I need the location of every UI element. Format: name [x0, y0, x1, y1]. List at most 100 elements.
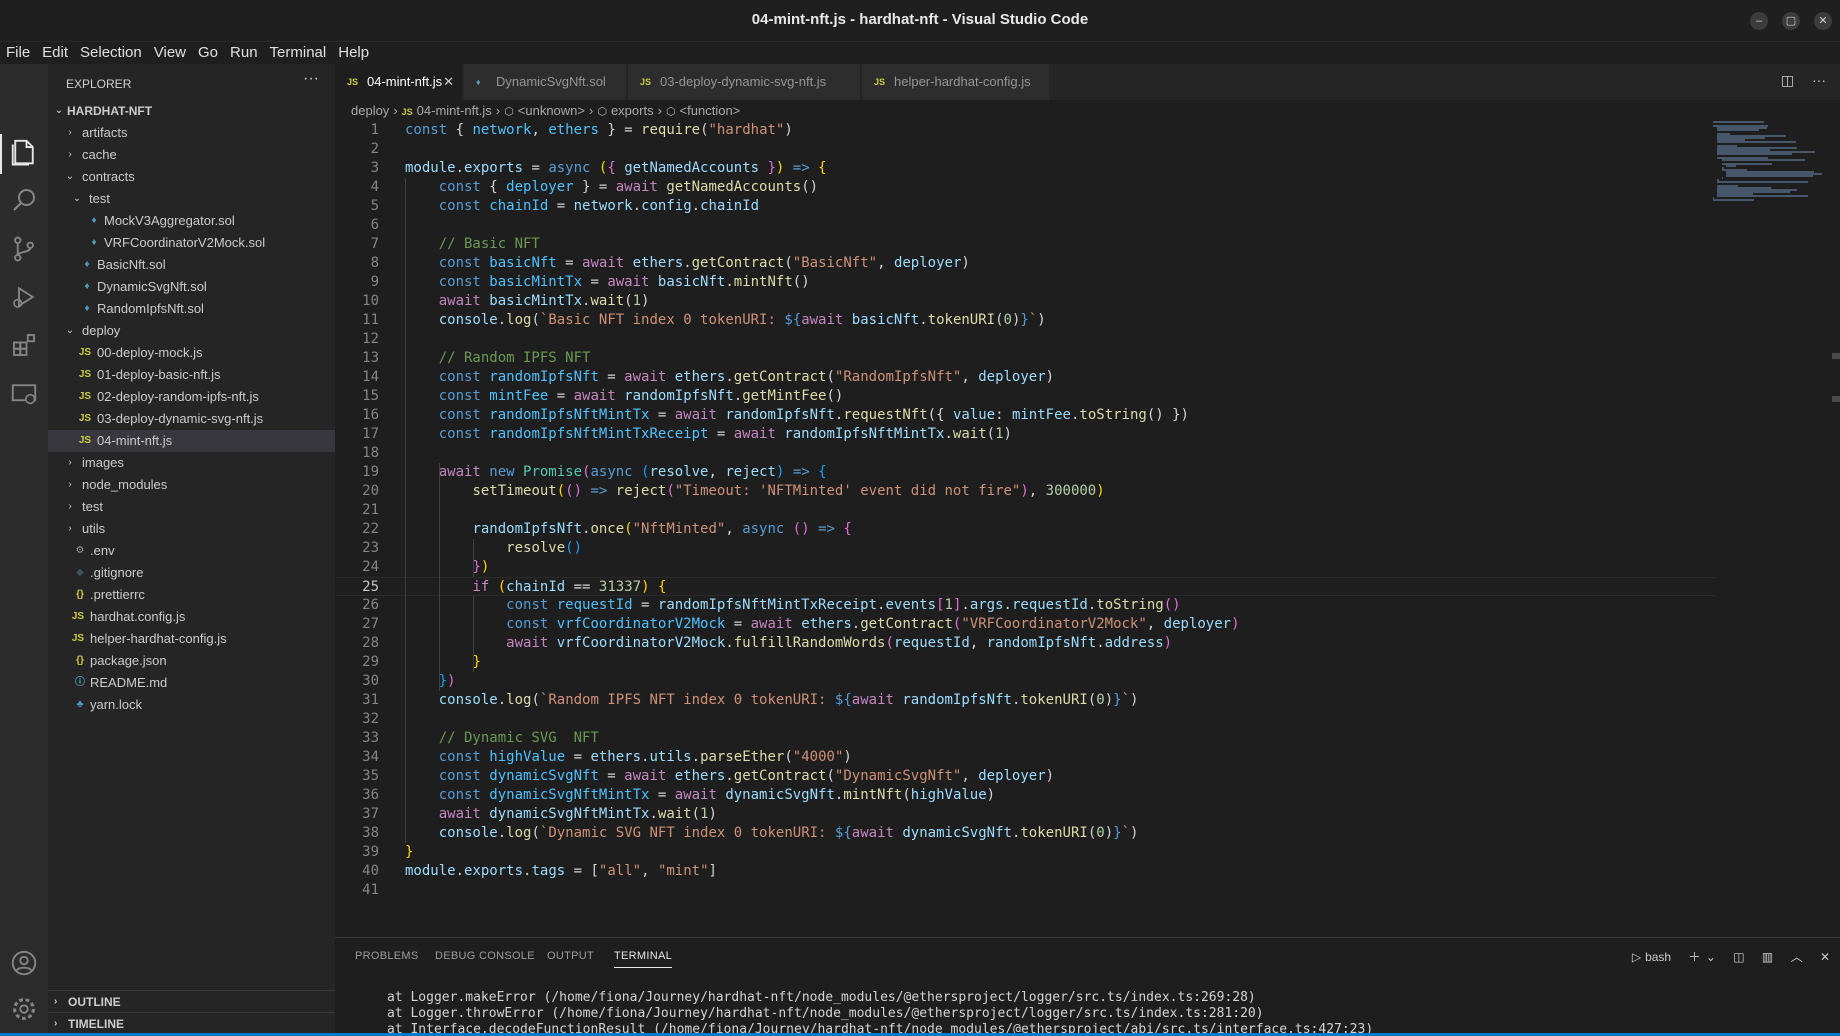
minimap[interactable]	[1713, 121, 1823, 211]
minimize-button[interactable]: –	[1750, 12, 1768, 30]
tree-folder[interactable]: › utils	[48, 518, 335, 540]
code-line[interactable]: 12	[335, 330, 1715, 349]
code-line[interactable]: 32	[335, 710, 1715, 729]
breadcrumb-item[interactable]: <function>	[680, 103, 741, 118]
outline-section[interactable]: › OUTLINE	[48, 990, 335, 1012]
code-line[interactable]: 21	[335, 501, 1715, 520]
tree-file[interactable]: {} package.json	[48, 650, 335, 672]
maximize-panel-icon[interactable]: ︿	[1791, 950, 1803, 964]
code-line[interactable]: 16 const randomIpfsNftMintTx = await ran…	[335, 406, 1715, 425]
tree-file[interactable]: JS 02-deploy-random-ipfs-nft.js	[48, 386, 335, 408]
tree-folder[interactable]: › artifacts	[48, 122, 335, 144]
code-line[interactable]: 23 resolve()	[335, 539, 1715, 558]
code-line[interactable]: 27 const vrfCoordinatorV2Mock = await et…	[335, 615, 1715, 634]
tree-file[interactable]: JS 01-deploy-basic-nft.js	[48, 364, 335, 386]
code-line[interactable]: 10 await basicMintTx.wait(1)	[335, 292, 1715, 311]
tree-file[interactable]: ♦ BasicNft.sol	[48, 254, 335, 276]
tree-file[interactable]: ♦ VRFCoordinatorV2Mock.sol	[48, 232, 335, 254]
breadcrumb-item[interactable]: deploy	[351, 103, 389, 118]
tree-folder[interactable]: › node_modules	[48, 474, 335, 496]
code-line[interactable]: 22 randomIpfsNft.once("NftMinted", async…	[335, 520, 1715, 539]
breadcrumb-item[interactable]: <unknown>	[518, 103, 585, 118]
code-editor[interactable]: 1 const { network, ethers } = require("ha…	[335, 121, 1840, 937]
more-actions-icon[interactable]: ···	[1812, 72, 1826, 88]
menu-file[interactable]: File	[0, 42, 36, 64]
code-line[interactable]: 2	[335, 140, 1715, 159]
menu-go[interactable]: Go	[192, 42, 224, 64]
panel-tab-debug-console[interactable]: DEBUG CONSOLE	[435, 950, 535, 962]
terminal-shell-label[interactable]: bash	[1645, 950, 1671, 964]
source-control-icon[interactable]	[9, 234, 39, 264]
code-line[interactable]: 4 const { deployer } = await getNamedAcc…	[335, 178, 1715, 197]
editor-tab[interactable]: JS 03-deploy-dynamic-svg-nft.js	[628, 64, 861, 100]
code-line[interactable]: 9 const basicMintTx = await basicNft.min…	[335, 273, 1715, 292]
menu-edit[interactable]: Edit	[36, 42, 74, 64]
tree-file[interactable]: ♦ DynamicSvgNft.sol	[48, 276, 335, 298]
code-line[interactable]: 38 console.log(`Dynamic SVG NFT index 0 …	[335, 824, 1715, 843]
code-line[interactable]: 37 await dynamicSvgNftMintTx.wait(1)	[335, 805, 1715, 824]
code-line[interactable]: 1 const { network, ethers } = require("ha…	[335, 121, 1715, 140]
code-line[interactable]: 30 })	[335, 672, 1715, 691]
code-line[interactable]: 28 await vrfCoordinatorV2Mock.fulfillRan…	[335, 634, 1715, 653]
split-editor-icon[interactable]: ◫	[1781, 72, 1794, 88]
tree-file[interactable]: ♣ yarn.lock	[48, 694, 335, 716]
code-line[interactable]: 26 const requestId = randomIpfsNftMintTx…	[335, 596, 1715, 615]
tree-file[interactable]: ♦ MockV3Aggregator.sol	[48, 210, 335, 232]
close-panel-icon[interactable]: ✕	[1820, 950, 1830, 964]
tree-file[interactable]: ⚙ .env	[48, 540, 335, 562]
code-line[interactable]: 34 const highValue = ethers.utils.parseE…	[335, 748, 1715, 767]
code-line[interactable]: 39}	[335, 843, 1715, 862]
code-line[interactable]: 6	[335, 216, 1715, 235]
code-line[interactable]: 18	[335, 444, 1715, 463]
editor-tab[interactable]: JS 04-mint-nft.js ✕	[335, 64, 463, 100]
code-line[interactable]: 8 const basicNft = await ethers.getContr…	[335, 254, 1715, 273]
tree-file[interactable]: JS hardhat.config.js	[48, 606, 335, 628]
run-debug-icon[interactable]	[9, 282, 39, 312]
tree-file[interactable]: JS 04-mint-nft.js	[48, 430, 335, 452]
code-line[interactable]: 41	[335, 881, 1715, 900]
code-line[interactable]: 17 const randomIpfsNftMintTxReceipt = aw…	[335, 425, 1715, 444]
menu-help[interactable]: Help	[332, 42, 375, 64]
explorer-icon[interactable]	[9, 137, 39, 167]
code-line[interactable]: 11 console.log(`Basic NFT index 0 tokenU…	[335, 311, 1715, 330]
code-line[interactable]: 13 // Random IPFS NFT	[335, 349, 1715, 368]
terminal-dropdown-icon[interactable]: ⌄	[1706, 950, 1716, 964]
tree-file[interactable]: JS 00-deploy-mock.js	[48, 342, 335, 364]
tree-folder[interactable]: › images	[48, 452, 335, 474]
editor-tab[interactable]: ♦ DynamicSvgNft.sol	[464, 64, 627, 100]
code-line[interactable]: 33 // Dynamic SVG NFT	[335, 729, 1715, 748]
editor-tab[interactable]: JS helper-hardhat-config.js	[862, 64, 1050, 100]
tree-folder[interactable]: ⌄ test	[48, 188, 335, 210]
code-line[interactable]: 24 })	[335, 558, 1715, 577]
code-line[interactable]: 19 await new Promise(async (resolve, rej…	[335, 463, 1715, 482]
tree-folder[interactable]: ⌄ deploy	[48, 320, 335, 342]
settings-gear-icon[interactable]	[9, 994, 39, 1024]
menu-terminal[interactable]: Terminal	[264, 42, 333, 64]
tree-file[interactable]: JS helper-hardhat-config.js	[48, 628, 335, 650]
account-icon[interactable]	[9, 948, 39, 978]
timeline-section[interactable]: › TIMELINE	[48, 1012, 335, 1034]
panel-tab-problems[interactable]: PROBLEMS	[355, 950, 419, 962]
code-line[interactable]: 20 setTimeout(() => reject("Timeout: 'NF…	[335, 482, 1715, 501]
breadcrumb-item[interactable]: 04-mint-nft.js	[417, 103, 492, 118]
workspace-root[interactable]: ⌄ HARDHAT-NFT	[48, 100, 335, 122]
extensions-icon[interactable]	[9, 330, 39, 360]
menu-run[interactable]: Run	[224, 42, 264, 64]
code-line[interactable]: 15 const mintFee = await randomIpfsNft.g…	[335, 387, 1715, 406]
tree-file[interactable]: ♦ RandomIpfsNft.sol	[48, 298, 335, 320]
menu-selection[interactable]: Selection	[74, 42, 148, 64]
tree-folder[interactable]: ⌄ contracts	[48, 166, 335, 188]
new-terminal-icon[interactable]: ＋	[1688, 950, 1700, 964]
remote-explorer-icon[interactable]	[9, 379, 39, 409]
close-tab-icon[interactable]: ✕	[443, 64, 454, 100]
code-line[interactable]: 29 }	[335, 653, 1715, 672]
code-line[interactable]: 35 const dynamicSvgNft = await ethers.ge…	[335, 767, 1715, 786]
tree-file[interactable]: {} .prettierrc	[48, 584, 335, 606]
close-window-button[interactable]: ✕	[1814, 12, 1832, 30]
tree-file[interactable]: JS 03-deploy-dynamic-svg-nft.js	[48, 408, 335, 430]
tree-file[interactable]: ⓘ README.md	[48, 672, 335, 694]
code-line[interactable]: 36 const dynamicSvgNftMintTx = await dyn…	[335, 786, 1715, 805]
more-actions-icon[interactable]: ···	[303, 70, 319, 88]
panel-tab-terminal[interactable]: TERMINAL	[614, 950, 673, 968]
code-line[interactable]: 5 const chainId = network.config.chainId	[335, 197, 1715, 216]
